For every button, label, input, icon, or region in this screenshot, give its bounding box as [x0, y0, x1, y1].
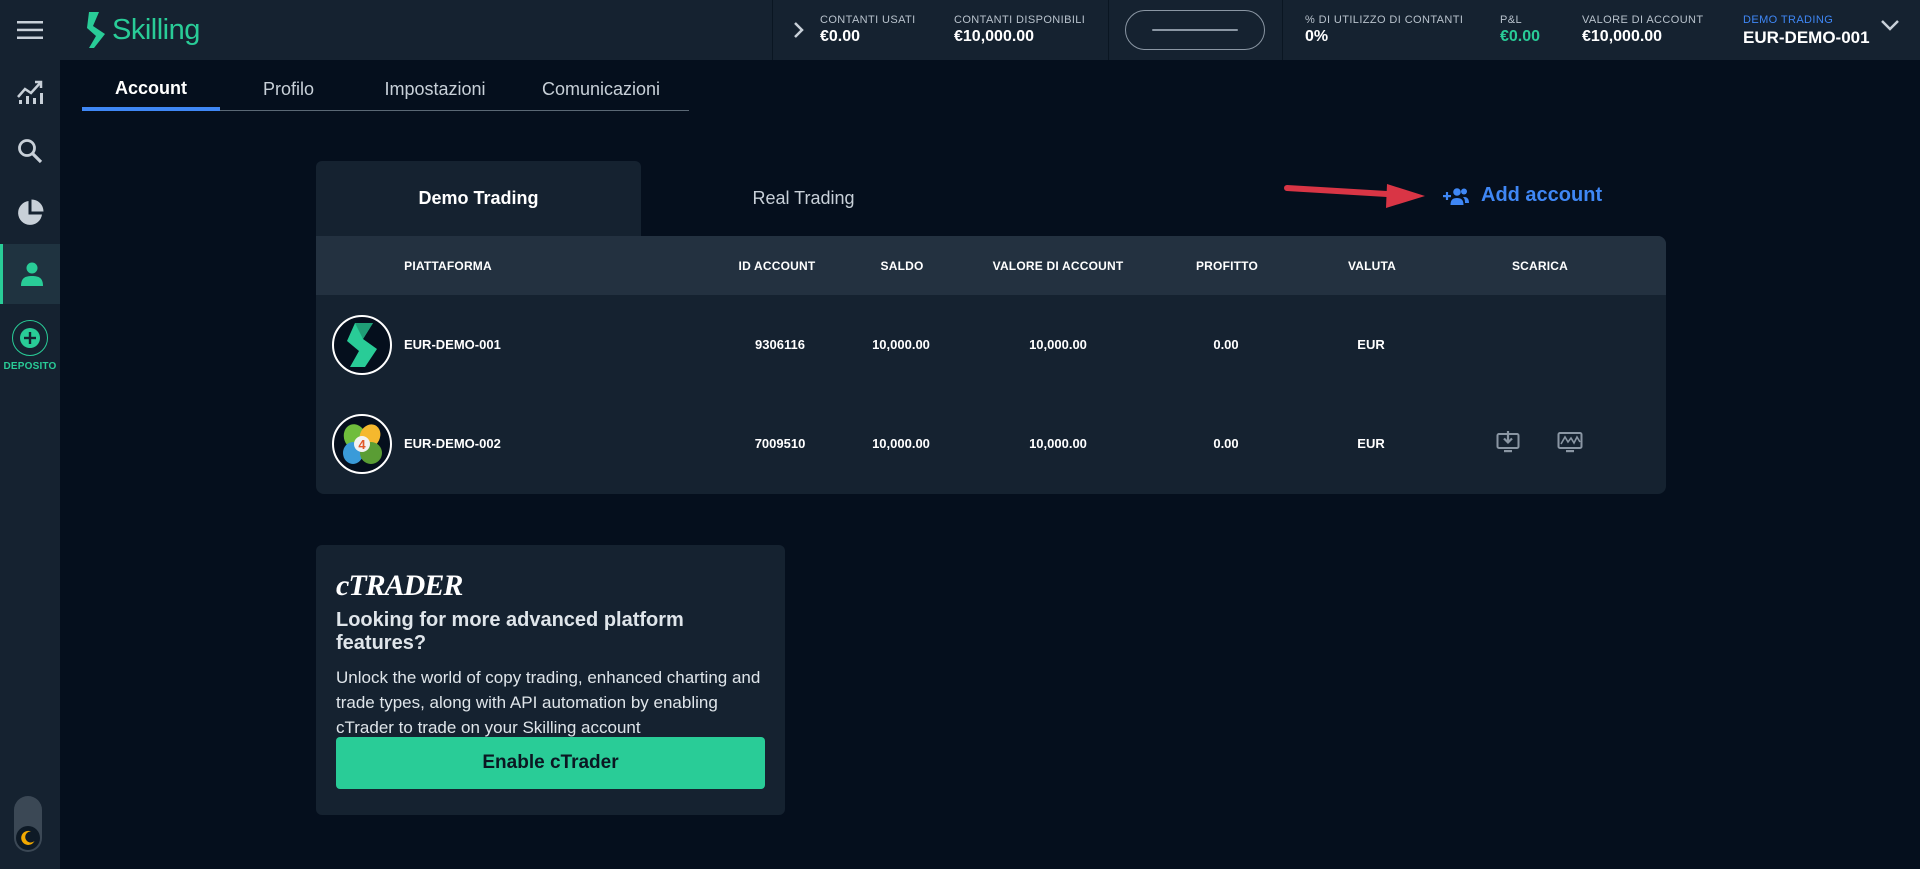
add-account-label: Add account [1481, 184, 1603, 206]
annotation-arrow [1284, 184, 1425, 208]
theme-toggle[interactable] [14, 796, 42, 852]
currency: EUR [1357, 337, 1385, 352]
divider [1108, 0, 1109, 60]
tab-profile[interactable]: Profilo [220, 68, 357, 111]
tab-account[interactable]: Account [82, 68, 220, 111]
column-header: PROFITTO [1195, 258, 1259, 273]
table-row[interactable]: EUR-DEMO-001 9306116 10,000.00 10,000.00… [316, 295, 1666, 394]
add-account-button[interactable]: Add account [1443, 184, 1602, 207]
pie-chart-icon[interactable] [0, 183, 60, 243]
sidebar: DEPOSITO [0, 0, 60, 869]
account-name: EUR-DEMO-002 [404, 436, 501, 451]
top-bar: Skilling CONTANTI USATI €0.00 CONTANTI D… [60, 0, 1920, 60]
account-value: 10,000.00 [1029, 337, 1087, 352]
stat-cash-usage: % DI UTILIZZO DI CONTANTI 0% [1305, 14, 1464, 45]
account-id: 9306116 [755, 337, 805, 352]
ctrader-platform-icon [332, 314, 392, 375]
column-header: PIATTAFORMA [404, 258, 492, 273]
chevron-down-icon[interactable] [1880, 18, 1900, 37]
add-user-icon [1443, 187, 1469, 205]
column-header: VALORE DI ACCOUNT [992, 258, 1124, 273]
accounts-table: PIATTAFORMA ID ACCOUNT SALDO VALORE DI A… [316, 236, 1666, 494]
column-header: VALUTA [1347, 258, 1397, 273]
tab-demo-trading[interactable]: Demo Trading [316, 161, 641, 236]
account-selector[interactable]: DEMO TRADING EUR-DEMO-001 [1743, 14, 1870, 48]
account-value: 10,000.00 [1029, 436, 1087, 451]
profit: 0.00 [1213, 436, 1239, 451]
account-id: 7009510 [754, 436, 806, 451]
web-terminal-icon[interactable] [1557, 430, 1583, 459]
platform-cell: 4 EUR-DEMO-002 [332, 394, 501, 493]
ctrader-promo-card: cTRADER Looking for more advanced platfo… [316, 545, 785, 815]
account-user-icon[interactable] [0, 244, 60, 304]
ctrader-logo: cTRADER [336, 569, 463, 602]
balance: 10,000.00 [872, 436, 930, 451]
stat-available-cash: CONTANTI DISPONIBILI €10,000.00 [954, 14, 1086, 45]
card-description: Unlock the world of copy trading, enhanc… [336, 668, 761, 737]
chart-trend-icon[interactable] [0, 61, 60, 121]
balance: 10,000.00 [872, 337, 930, 352]
stat-account-value: VALORE DI ACCOUNT €10,000.00 [1582, 14, 1704, 45]
menu-icon[interactable] [0, 0, 60, 60]
tab-communications[interactable]: Comunicazioni [513, 68, 689, 111]
currency: EUR [1357, 436, 1385, 451]
cash-usage-pill [1125, 10, 1265, 50]
account-name: EUR-DEMO-001 [404, 337, 501, 352]
download-desktop-icon[interactable] [1496, 430, 1520, 459]
divider [1282, 0, 1283, 60]
page-tabs: Account Profilo Impostazioni Comunicazio… [82, 68, 689, 111]
deposit-label: DEPOSITO [3, 361, 57, 372]
tab-real-trading[interactable]: Real Trading [641, 161, 966, 236]
stat-used-cash: CONTANTI USATI €0.00 [820, 14, 916, 45]
enable-ctrader-button[interactable]: Enable cTrader [336, 737, 765, 789]
tab-settings[interactable]: Impostazioni [357, 68, 513, 111]
table-header: PIATTAFORMA ID ACCOUNT SALDO VALORE DI A… [316, 236, 1666, 295]
platform-cell: EUR-DEMO-001 [332, 295, 501, 394]
svg-text:4: 4 [358, 437, 366, 452]
search-icon[interactable] [0, 121, 60, 181]
deposit-button[interactable]: DEPOSITO [0, 320, 60, 372]
plus-circle-icon [12, 320, 48, 356]
divider [772, 0, 773, 60]
card-title: Looking for more advanced platform featu… [336, 609, 684, 654]
column-header: SCARICA [1511, 258, 1569, 273]
moon-icon [16, 826, 40, 850]
skilling-logo[interactable]: Skilling [86, 12, 200, 48]
table-row[interactable]: 4 EUR-DEMO-002 7009510 10,000.00 10,000.… [316, 394, 1666, 493]
stat-pnl: P&L €0.00 [1500, 14, 1541, 45]
profit: 0.00 [1213, 337, 1239, 352]
chevron-right-icon[interactable] [782, 0, 816, 60]
logo-text: Skilling [112, 13, 200, 46]
column-header: SALDO [880, 258, 924, 273]
column-header: ID ACCOUNT [738, 258, 816, 273]
metatrader4-platform-icon: 4 [332, 413, 392, 474]
